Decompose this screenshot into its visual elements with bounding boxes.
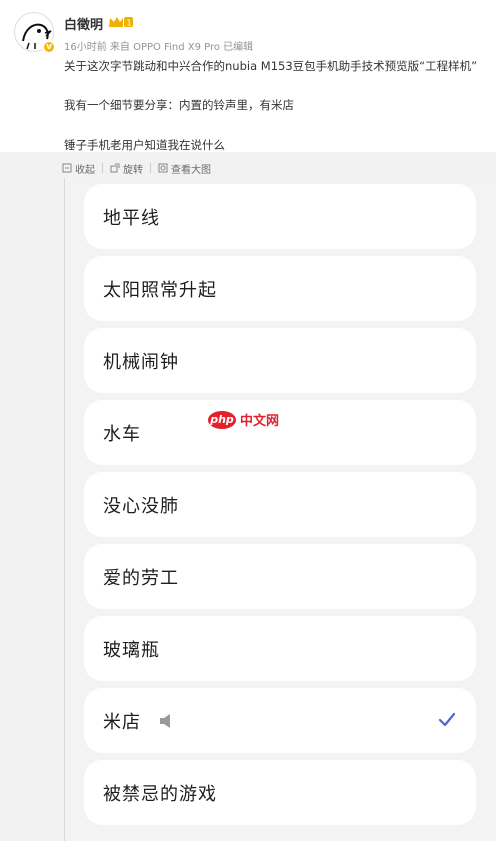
post-header: v 白徵明 1 16小时前 来自 OPPO Find X9 Pro 已编辑 关于…	[0, 0, 496, 152]
ringtone-item[interactable]: 爱的劳工	[84, 544, 476, 609]
ringtone-label: 水车	[103, 423, 141, 445]
rotate-label: 旋转	[123, 164, 143, 176]
ringtone-label: 被禁忌的游戏	[103, 783, 217, 805]
username[interactable]: 白徵明	[64, 14, 103, 33]
rotate-button[interactable]: 旋转	[110, 161, 143, 176]
collapse-label: 收起	[75, 164, 95, 176]
ringtone-label: 玻璃瓶	[103, 639, 160, 661]
ringtone-label: 太阳照常升起	[103, 279, 217, 301]
checkmark-icon	[438, 712, 456, 727]
view-large-button[interactable]: 查看大图	[158, 161, 211, 176]
ringtone-item[interactable]: 太阳照常升起	[84, 256, 476, 321]
ringtone-item[interactable]: 玻璃瓶	[84, 616, 476, 681]
ringtone-item[interactable]: 被禁忌的游戏	[84, 760, 476, 825]
ringtone-label: 机械闹钟	[103, 351, 179, 373]
ringtone-item[interactable]: 水车	[84, 400, 476, 465]
ringtone-item-selected[interactable]: 米店	[84, 688, 476, 753]
view-large-icon	[158, 163, 168, 173]
verified-badge-icon: v	[42, 40, 56, 54]
watermark-text: 中文网	[240, 414, 280, 429]
member-crown-icon: 1	[109, 17, 133, 28]
collapse-button[interactable]: 收起	[62, 161, 95, 176]
view-large-label: 查看大图	[171, 164, 211, 176]
ringtone-label: 地平线	[103, 207, 160, 229]
post-meta: 16小时前 来自 OPPO Find X9 Pro 已编辑	[64, 42, 254, 53]
collapse-icon	[62, 163, 72, 173]
ringtone-item[interactable]: 地平线	[84, 184, 476, 249]
ringtone-item[interactable]: 没心没肺	[84, 472, 476, 537]
php-logo-icon: php	[208, 410, 236, 429]
toolbar-divider	[150, 163, 151, 173]
ringtone-item[interactable]: 机械闹钟	[84, 328, 476, 393]
image-toolbar: 收起 旋转 查看大图	[62, 160, 211, 176]
ringtone-label: 米店	[103, 711, 141, 733]
rotate-icon	[110, 163, 120, 173]
post-text-line: 关于这次字节跳动和中兴合作的nubia M153豆包手机助手技术预览版“工程样机…	[64, 59, 478, 73]
post-text-line: 我有一个细节要分享：内置的铃声里，有米店	[64, 98, 294, 112]
ringtone-label: 爱的劳工	[103, 567, 179, 589]
ringtone-list: 地平线 太阳照常升起 机械闹钟 水车 没心没肺 爱的劳工 玻璃瓶 米店 被禁忌的…	[84, 184, 476, 832]
watermark: php 中文网	[208, 410, 279, 429]
svg-text:1: 1	[127, 19, 132, 28]
ringtone-label: 没心没肺	[103, 495, 179, 517]
toolbar-divider	[102, 163, 103, 173]
speaker-icon	[160, 713, 170, 728]
post-text-line: 锤子手机老用户知道我在说什么	[64, 138, 225, 152]
